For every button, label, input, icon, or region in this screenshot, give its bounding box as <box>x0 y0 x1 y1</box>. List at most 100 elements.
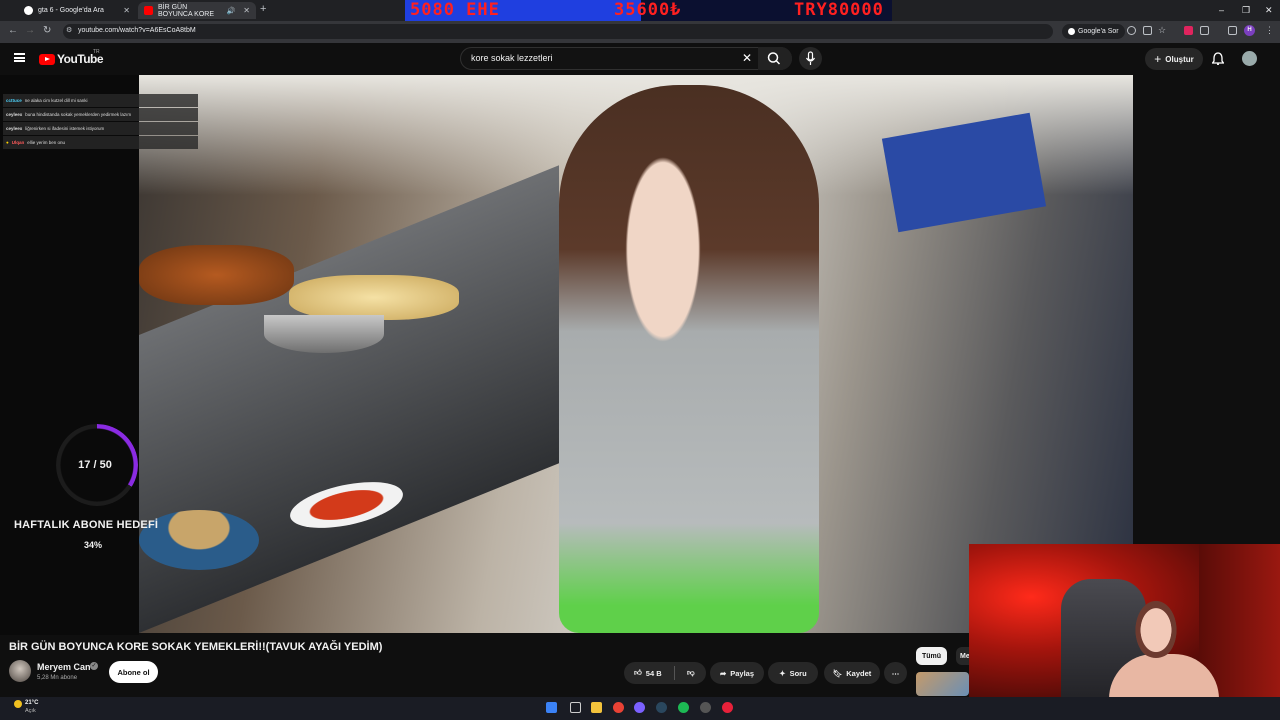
video-scene-noodles <box>289 275 459 320</box>
goal-title: HAFTALIK ABONE HEDEFİ <box>14 519 159 531</box>
subscribe-button[interactable]: Abone ol <box>109 661 158 683</box>
webcam-overlay <box>969 544 1280 720</box>
create-label: Oluştur <box>1165 54 1194 64</box>
chat-username: ceyleex <box>6 112 23 117</box>
back-icon[interactable]: ← <box>8 25 18 36</box>
search-button[interactable] <box>758 47 792 70</box>
forward-icon[interactable]: → <box>25 25 35 36</box>
account-avatar[interactable] <box>1242 51 1257 66</box>
app-icon[interactable] <box>634 702 645 713</box>
webcam-streamer-face <box>1132 596 1180 658</box>
video-title: BİR GÜN BOYUNCA KORE SOKAK YEMEKLERİ!!(T… <box>9 641 383 653</box>
reload-icon[interactable]: ↻ <box>43 25 51 36</box>
chat-badge-icon: ● <box>6 140 9 145</box>
thumbs-down-icon: 👎︎ <box>686 668 695 677</box>
ask-button[interactable]: ✦ Soru <box>768 662 818 684</box>
chat-text: liğrenirken si ifadesini istemek istiyor… <box>25 126 105 131</box>
spotify-icon[interactable] <box>678 702 689 713</box>
dislike-button[interactable]: 👎︎ <box>676 668 706 678</box>
zoom-icon[interactable] <box>1127 26 1136 35</box>
share-label: Paylaş <box>730 668 755 678</box>
chat-message: ● Ulqan ellie yerim ben onu <box>3 136 198 149</box>
steam-icon[interactable] <box>656 702 667 713</box>
file-explorer-icon[interactable] <box>591 702 602 713</box>
like-divider <box>674 666 675 680</box>
site-info-icon[interactable]: ⚙ <box>66 26 72 34</box>
clear-search-icon[interactable]: ✕ <box>742 51 752 65</box>
create-button[interactable]: + Oluştur <box>1145 48 1203 70</box>
tab-google-search[interactable]: gta 6 - Google'da Ara ✕ <box>18 2 136 19</box>
close-icon[interactable]: ✕ <box>243 6 250 15</box>
subscriber-count: 5,28 Mn abone <box>37 675 78 681</box>
overlay-right-text: TRY80000 <box>794 0 884 20</box>
url-text: youtube.com/watch?v=A6EsCoA8tbM <box>78 27 196 34</box>
chat-text: ellie yerim ben onu <box>27 140 66 145</box>
sparkle-icon: ✦ <box>779 668 786 678</box>
google-sor-button[interactable]: Google'a Sor <box>1062 24 1125 39</box>
close-icon[interactable]: ✕ <box>123 6 130 15</box>
chat-username: ceyleex <box>6 126 23 131</box>
bookmark-star-icon[interactable]: ☆ <box>1158 25 1166 36</box>
chat-message: ceyleex liğrenirken si ifadesini istemek… <box>3 122 198 135</box>
profile-avatar[interactable]: H <box>1244 25 1255 36</box>
opera-icon[interactable] <box>722 702 733 713</box>
youtube-logo-icon[interactable] <box>39 54 55 65</box>
chrome-icon[interactable] <box>613 702 624 713</box>
google-sor-label: Google'a Sor <box>1078 28 1119 35</box>
save-button[interactable]: 🔖︎ Kaydet <box>824 662 880 684</box>
share-icon: ➦ <box>719 668 727 678</box>
minimize-icon[interactable]: – <box>1219 5 1224 15</box>
task-view-icon[interactable] <box>570 702 581 713</box>
more-horizontal-icon: ⋯ <box>891 668 900 678</box>
weather-temperature[interactable]: 21°C <box>25 700 38 706</box>
channel-avatar[interactable] <box>9 660 31 682</box>
speaker-icon[interactable]: 🔊 <box>227 7 236 15</box>
chat-username: ccttuce <box>6 98 22 103</box>
stream-chat-overlay: ccttuce ne alaka cim kutzel dill mi sank… <box>3 94 198 150</box>
sidebar-icon[interactable] <box>1228 26 1237 35</box>
thumbs-up-icon: 👍︎ <box>633 668 642 677</box>
video-scene-person <box>559 85 819 633</box>
start-windows-icon[interactable] <box>546 702 557 713</box>
new-tab-button[interactable]: + <box>260 3 266 15</box>
google-icon <box>24 6 33 15</box>
share-button[interactable]: ➦ Paylaş <box>710 662 764 684</box>
youtube-icon <box>144 6 153 15</box>
overlay-left-text: 5080 EHE <box>410 0 500 20</box>
chat-message: ccttuce ne alaka cim kutzel dill mi sank… <box>3 94 198 107</box>
verified-check-icon: ✓ <box>90 662 98 670</box>
cast-icon[interactable] <box>1143 26 1152 35</box>
region-code: TR <box>93 49 100 55</box>
like-dislike-group: 👍︎ 54 B 👎︎ <box>624 662 706 684</box>
video-scene-food <box>139 245 294 305</box>
search-input[interactable]: kore sokak lezzetleri <box>471 53 553 63</box>
chat-username: Ulqan <box>11 140 25 145</box>
restore-icon[interactable]: ❐ <box>1242 5 1250 16</box>
close-window-icon[interactable]: ✕ <box>1265 5 1273 16</box>
tab-title: BİR GÜN BOYUNCA KORE <box>158 3 215 18</box>
tab-youtube-video[interactable]: BİR GÜN BOYUNCA KORE 🔊 ✕ <box>138 2 256 19</box>
extension-icon[interactable] <box>1184 26 1193 35</box>
goal-percent: 34% <box>84 540 103 550</box>
chip-all[interactable]: Tümü <box>916 647 948 665</box>
extensions-puzzle-icon[interactable] <box>1200 26 1209 35</box>
notifications-bell-icon[interactable] <box>1212 52 1224 65</box>
weather-sun-icon[interactable] <box>14 700 22 708</box>
overlay-mid-text: 35600₺ <box>614 0 682 20</box>
chat-text: ne alaka cim kutzel dill mi sanki <box>24 98 88 103</box>
channel-name[interactable]: Meryem Can <box>37 662 91 672</box>
google-lens-icon <box>1068 28 1075 35</box>
obs-icon[interactable] <box>700 702 711 713</box>
url-field[interactable] <box>63 24 1053 39</box>
recommended-video-thumbnail[interactable] <box>916 672 969 696</box>
chat-message: ceyleex buna hindistanda sokak yemeklerd… <box>3 108 198 121</box>
search-icon <box>767 52 781 65</box>
save-label: Kaydet <box>846 668 872 678</box>
browser-menu-icon[interactable]: ⋮ <box>1265 25 1274 36</box>
like-button[interactable]: 👍︎ 54 B <box>624 668 672 678</box>
hamburger-menu-icon[interactable] <box>14 53 25 62</box>
goal-count: 17 / 50 <box>78 459 112 471</box>
voice-search-button[interactable] <box>799 47 822 70</box>
more-actions-button[interactable]: ⋯ <box>884 662 907 684</box>
stream-overlay-left-panel <box>0 75 139 635</box>
